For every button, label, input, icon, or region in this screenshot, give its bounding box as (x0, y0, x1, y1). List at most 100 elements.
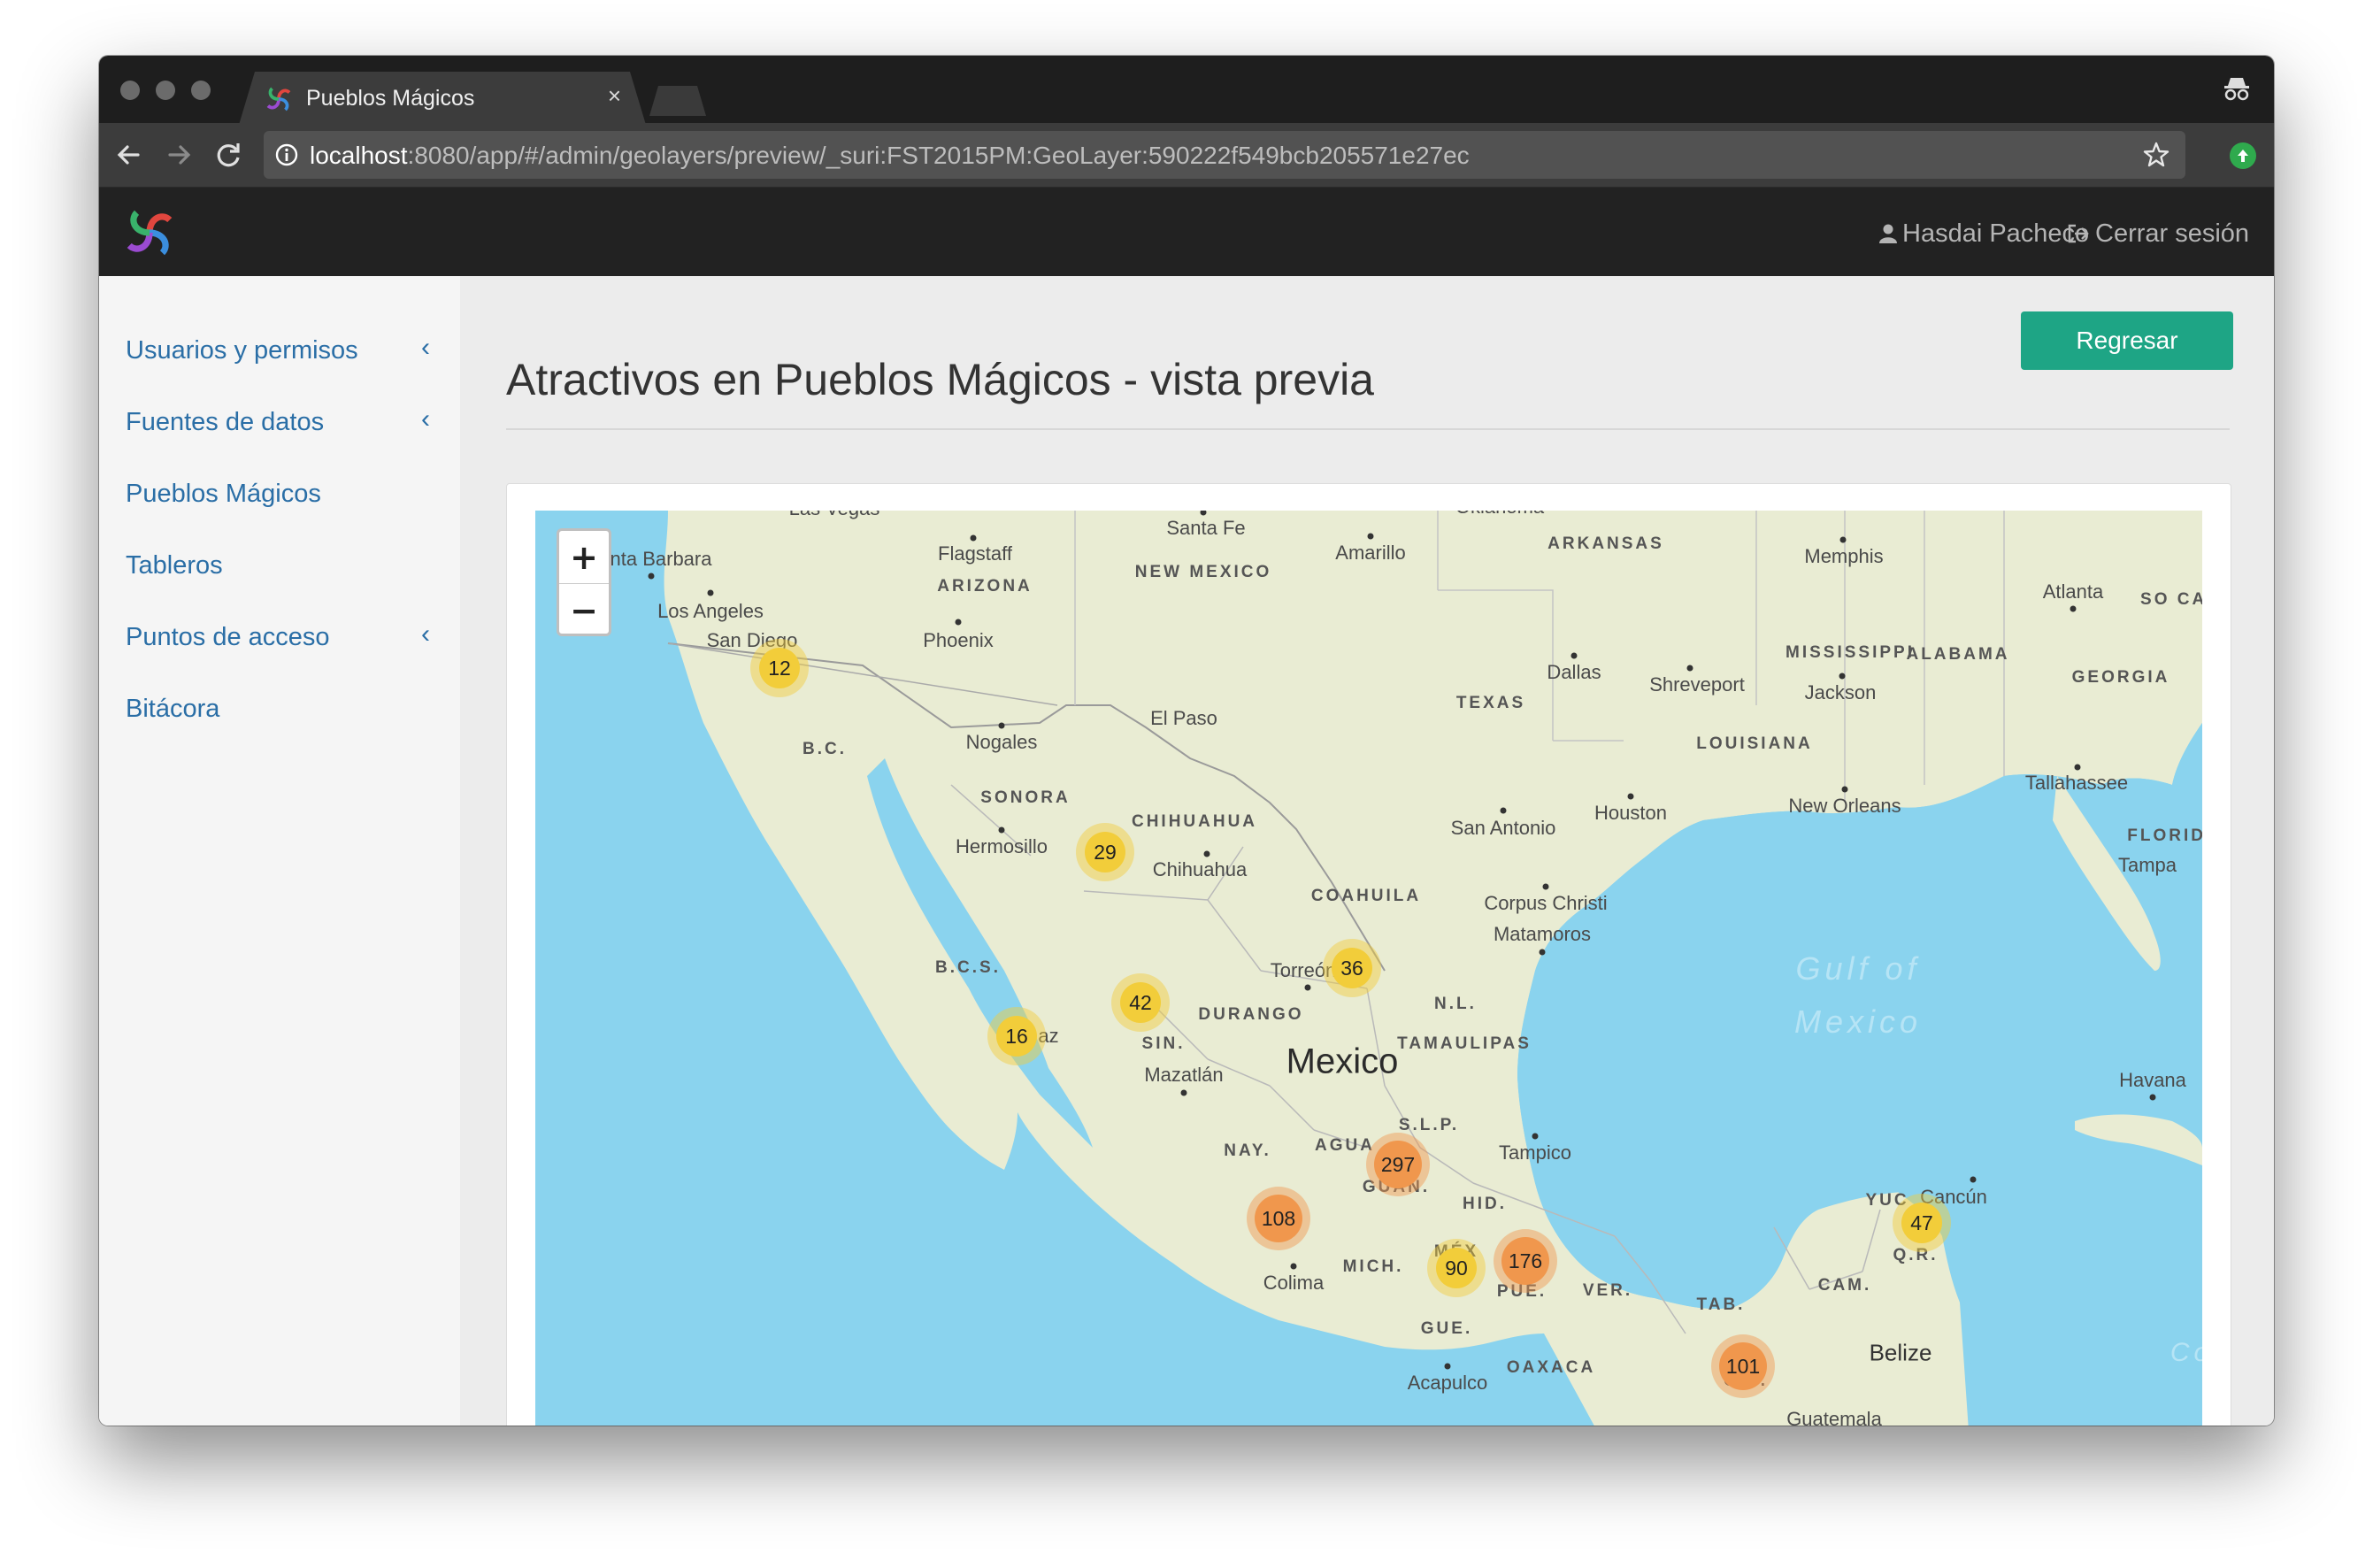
window-minimize-button[interactable] (156, 81, 175, 100)
map-label-state: GEORGIA (2071, 668, 2170, 687)
map-label-city: Corpus Christi (1484, 892, 1608, 914)
user-icon (1879, 224, 1897, 243)
cluster-marker[interactable]: 101 (1711, 1334, 1775, 1398)
city-dot (1839, 536, 1847, 543)
city-dot (1970, 1176, 1977, 1183)
map-label-city: Colima (1263, 1272, 1325, 1294)
browser-tab-bar: Pueblos Mágicos × (99, 56, 2274, 123)
user-menu[interactable]: Hasdai Pacheco (1879, 219, 2089, 249)
map-label-sea: Mexico (1793, 1003, 1923, 1040)
city-dot (1500, 807, 1507, 814)
map-label-state: FLORIDA (2127, 826, 2202, 845)
map-label-city: San Antonio (1450, 817, 1556, 839)
city-dot (955, 619, 962, 626)
map-label-city: Shreveport (1649, 673, 1745, 696)
new-tab-button[interactable] (649, 86, 706, 116)
reload-icon[interactable] (212, 139, 244, 171)
cluster-count: 16 (996, 1016, 1037, 1057)
info-icon[interactable] (274, 142, 299, 167)
city-dot (1290, 1263, 1297, 1270)
url-path: :8080/app/#/admin/geolayers/preview/_sur… (407, 142, 1470, 169)
cluster-marker[interactable]: 12 (750, 639, 809, 697)
cluster-count: 36 (1332, 948, 1372, 988)
city-dot (1841, 786, 1848, 793)
map-label-city: Tampico (1499, 1141, 1571, 1164)
map-label-state: N.L. (1434, 995, 1477, 1013)
cluster-marker[interactable]: 42 (1111, 973, 1170, 1032)
map-label-city: Memphis (1804, 545, 1884, 567)
cluster-marker[interactable]: 36 (1323, 939, 1381, 997)
map-label-city: Santa Fe (1166, 517, 1246, 539)
map-label-city: Los Angeles (657, 600, 764, 622)
back-arrow-icon[interactable] (113, 139, 145, 171)
upload-arrow-icon (2238, 150, 2248, 162)
star-icon[interactable] (2141, 140, 2171, 170)
window-zoom-button[interactable] (191, 81, 211, 100)
city-dot (998, 722, 1005, 729)
map-label-state: SIN. (1141, 1034, 1186, 1053)
sidebar-item-bitacora[interactable]: Bitácora (126, 695, 219, 724)
map-label-city: Flagstaff (938, 542, 1012, 565)
map-label-city: Guatemala (1786, 1408, 1882, 1426)
title-divider (506, 428, 2230, 430)
back-button[interactable]: Regresar (2021, 311, 2233, 370)
app-logo[interactable] (122, 205, 177, 260)
map-label-city: Las Vegas (789, 511, 880, 520)
cluster-marker[interactable]: 108 (1247, 1187, 1310, 1250)
map-label-city: Hermosillo (956, 835, 1048, 857)
window-close-button[interactable] (120, 81, 140, 100)
city-dot (2149, 1094, 2156, 1101)
map-label-state: CHIHUAHUA (1131, 812, 1258, 831)
extension-icon[interactable] (2230, 142, 2256, 169)
cluster-marker[interactable]: 90 (1427, 1239, 1486, 1297)
city-dot (1542, 883, 1549, 890)
sidebar-item-puntos[interactable]: Puntos de acceso (126, 623, 330, 652)
chevron-left-icon[interactable]: ‹ (421, 404, 430, 434)
forward-arrow-icon[interactable] (163, 139, 195, 171)
map-view[interactable]: + − ARIZONA NEW MEXICO TEXAS ARKANSAS MI… (535, 511, 2202, 1426)
incognito-icon (2224, 78, 2249, 101)
chevron-left-icon[interactable]: ‹ (421, 333, 430, 363)
cluster-marker[interactable]: 16 (987, 1007, 1046, 1065)
city-dot (1304, 984, 1311, 991)
map-label-state: LOUISIANA (1696, 734, 1813, 753)
map-label-state: S.L.P. (1398, 1116, 1460, 1134)
map-label-state: AGUA (1315, 1136, 1375, 1155)
browser-tab[interactable]: Pueblos Mágicos × (239, 72, 646, 125)
url-text: localhost:8080/app/#/admin/geolayers/pre… (310, 142, 1470, 170)
logout-link[interactable]: Cerrar sesión (2067, 219, 2249, 249)
zoom-in-button[interactable]: + (559, 531, 609, 584)
app-navbar: Hasdai Pacheco Cerrar sesión (99, 188, 2274, 276)
map-label-city: Dallas (1547, 661, 1601, 683)
sidebar-item-tableros[interactable]: Tableros (126, 551, 223, 580)
tab-close-icon[interactable]: × (608, 82, 621, 110)
map-label-state: SO CAR (2140, 590, 2202, 609)
map-label-city: Amarillo (1335, 542, 1406, 564)
chevron-left-icon[interactable]: ‹ (421, 619, 430, 649)
cluster-marker[interactable]: 47 (1893, 1194, 1951, 1252)
cluster-marker[interactable]: 297 (1366, 1133, 1430, 1196)
zoom-out-button[interactable]: − (559, 584, 609, 636)
map-label-state: ARKANSAS (1547, 534, 1664, 553)
cluster-count: 176 (1501, 1237, 1549, 1285)
browser-toolbar: localhost:8080/app/#/admin/geolayers/pre… (99, 123, 2274, 188)
map-label-city: Mazatlán (1144, 1064, 1224, 1086)
city-dot (648, 573, 655, 580)
map-label-city: New Orleans (1788, 795, 1901, 817)
map-label-state: B.C. (803, 740, 847, 758)
sidebar-item-fuentes[interactable]: Fuentes de datos (126, 408, 324, 437)
cluster-marker[interactable]: 29 (1076, 823, 1134, 881)
city-dot (707, 589, 714, 596)
map-label-state: VER. (1582, 1281, 1633, 1300)
tab-title: Pueblos Mágicos (306, 86, 475, 111)
address-bar[interactable]: localhost:8080/app/#/admin/geolayers/pre… (264, 131, 2185, 179)
sidebar-item-pueblos[interactable]: Pueblos Mágicos (126, 480, 321, 509)
map-label-sea: Co (2169, 1338, 2202, 1367)
map-label-state: TAMAULIPAS (1397, 1034, 1532, 1053)
cluster-marker[interactable]: 176 (1494, 1229, 1557, 1293)
map-label-city: El Paso (1150, 707, 1217, 729)
sidebar-item-usuarios[interactable]: Usuarios y permisos (126, 336, 358, 365)
map-label-country: Mexico (1286, 1041, 1399, 1081)
map-label-state: HID. (1463, 1195, 1507, 1213)
map-panel: + − ARIZONA NEW MEXICO TEXAS ARKANSAS MI… (506, 483, 2231, 1426)
